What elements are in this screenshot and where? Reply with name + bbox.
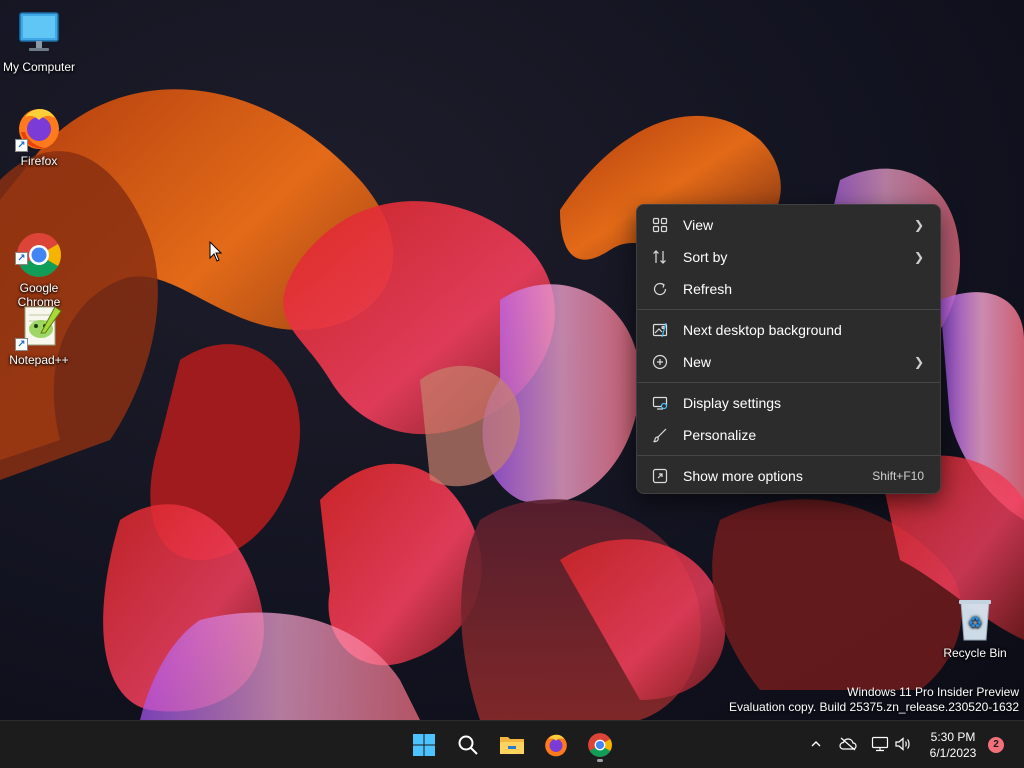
sort-icon <box>651 248 669 266</box>
desktop-icon-label: Notepad++ <box>9 353 69 367</box>
shortcut-arrow-icon: ↗ <box>15 252 28 265</box>
clock-date: 6/1/2023 <box>929 746 977 760</box>
refresh-icon <box>651 280 669 298</box>
firefox-icon <box>545 734 567 757</box>
desktop-icon-recycle-bin[interactable]: ♻ Recycle Bin <box>935 596 1015 660</box>
chrome-taskbar-button[interactable] <box>582 727 618 763</box>
recycle-bin-icon: ♻ <box>951 596 999 644</box>
windows-logo-icon <box>413 734 435 756</box>
onedrive-tray-button[interactable] <box>837 733 859 755</box>
file-explorer-button[interactable] <box>494 727 530 763</box>
network-tray-button[interactable] <box>869 733 891 755</box>
network-icon <box>871 736 889 752</box>
search-icon <box>458 735 478 755</box>
watermark-line-2: Evaluation copy. Build 25375.zn_release.… <box>729 700 1019 714</box>
chevron-right-icon: ❯ <box>913 250 924 264</box>
shortcut-arrow-icon: ↗ <box>15 139 28 152</box>
cloud-offline-icon <box>839 737 857 751</box>
desktop-icon-label: Firefox <box>20 154 58 168</box>
notification-badge[interactable]: 2 <box>988 737 1004 753</box>
chevron-right-icon: ❯ <box>913 218 924 232</box>
volume-tray-button[interactable] <box>892 733 914 755</box>
menu-item-new[interactable]: New ❯ <box>641 346 936 378</box>
taskbar: 5:30 PM 6/1/2023 2 <box>0 720 1024 768</box>
menu-item-label: Next desktop background <box>683 322 842 338</box>
more-options-icon <box>651 467 669 485</box>
menu-item-sort-by[interactable]: Sort by ❯ <box>641 241 936 273</box>
clock-time: 5:30 PM <box>930 730 976 744</box>
display-icon <box>651 394 669 412</box>
menu-separator <box>637 455 940 456</box>
chrome-icon <box>588 733 612 757</box>
menu-item-label: Sort by <box>683 249 728 265</box>
start-button[interactable] <box>406 727 442 763</box>
desktop-icon-firefox[interactable]: ↗ Firefox <box>0 104 79 168</box>
next-background-icon <box>651 321 669 339</box>
chrome-icon: ↗ <box>15 217 63 277</box>
menu-item-label: Show more options <box>683 468 803 484</box>
desktop-context-menu: View ❯ Sort by ❯ Refresh Next desktop ba… <box>636 204 941 494</box>
menu-item-label: Personalize <box>683 427 757 443</box>
chevron-up-icon <box>811 741 821 747</box>
watermark-line-1: Windows 11 Pro Insider Preview <box>847 685 1019 699</box>
menu-item-view[interactable]: View ❯ <box>641 209 936 241</box>
menu-item-label: New <box>683 354 712 370</box>
running-indicator <box>597 759 603 762</box>
menu-item-personalize[interactable]: Personalize <box>641 419 936 451</box>
firefox-taskbar-button[interactable] <box>538 727 574 763</box>
taskbar-clock[interactable]: 5:30 PM 6/1/2023 <box>918 729 988 761</box>
shortcut-arrow-icon: ↗ <box>15 338 28 351</box>
speaker-icon <box>895 737 910 751</box>
plus-circle-icon <box>651 353 669 371</box>
desktop-icon-label: My Computer <box>2 60 76 74</box>
menu-item-display-settings[interactable]: Display settings <box>641 387 936 419</box>
desktop-icon-notepad-plus-plus[interactable]: ↗ Notepad++ <box>0 303 79 367</box>
menu-item-label: Display settings <box>683 395 782 411</box>
notepad-plus-plus-icon: ↗ <box>15 303 63 351</box>
mouse-cursor-icon <box>209 241 223 262</box>
desktop-icon-label: Recycle Bin <box>943 646 1007 660</box>
monitor-icon <box>15 10 63 58</box>
brush-icon <box>651 426 669 444</box>
menu-item-refresh[interactable]: Refresh <box>641 273 936 305</box>
search-button[interactable] <box>450 727 486 763</box>
menu-separator <box>637 382 940 383</box>
svg-text:♻: ♻ <box>968 613 982 632</box>
menu-item-label: Refresh <box>683 281 733 297</box>
menu-item-show-more-options[interactable]: Show more options Shift+F10 <box>641 460 936 492</box>
menu-item-label: View <box>683 217 714 233</box>
menu-item-next-desktop-background[interactable]: Next desktop background <box>641 314 936 346</box>
keyboard-shortcut: Shift+F10 <box>872 469 924 483</box>
chevron-right-icon: ❯ <box>913 355 924 369</box>
show-hidden-icons-button[interactable] <box>805 733 827 755</box>
folder-icon <box>500 737 524 754</box>
grid-icon <box>651 216 669 234</box>
desktop-icon-my-computer[interactable]: My Computer <box>0 10 79 74</box>
menu-separator <box>637 309 940 310</box>
firefox-icon: ↗ <box>15 104 63 152</box>
evaluation-watermark: Windows 11 Pro Insider Preview Evaluatio… <box>729 685 1019 715</box>
